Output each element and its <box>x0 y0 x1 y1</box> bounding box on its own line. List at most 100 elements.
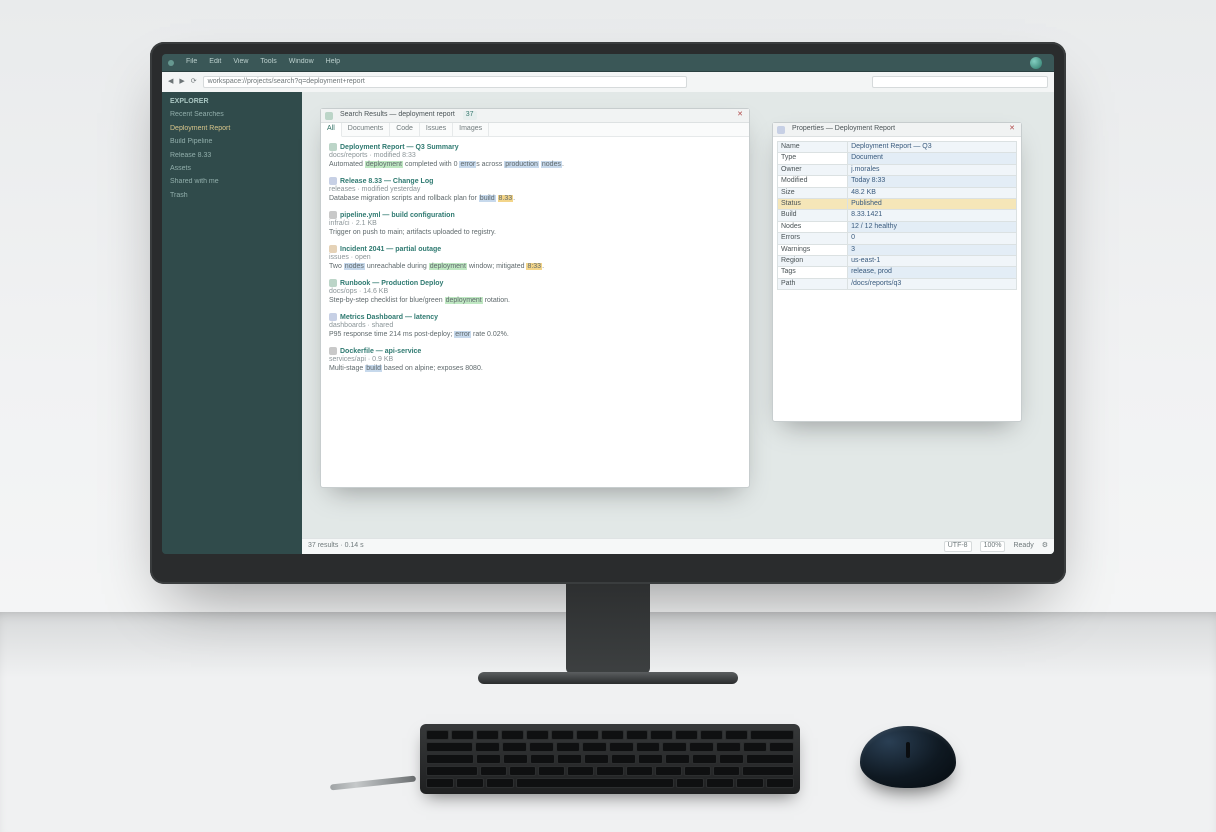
property-row: Size48.2 KB <box>778 187 1017 198</box>
window-icon <box>777 126 785 134</box>
status-mode: Ready <box>1013 542 1033 550</box>
property-value: 48.2 KB <box>848 187 1017 198</box>
monitor-stand-neck <box>566 584 650 674</box>
menu-window[interactable]: Window <box>289 58 314 66</box>
results-tabs: All Documents Code Issues Images <box>321 123 749 137</box>
property-key: Tags <box>778 267 848 278</box>
property-key: Size <box>778 187 848 198</box>
result-type-icon <box>329 143 337 151</box>
property-key: Modified <box>778 176 848 187</box>
property-value: Document <box>848 153 1017 164</box>
property-value: Today 8:33 <box>848 176 1017 187</box>
address-input[interactable]: workspace://projects/search?q=deployment… <box>203 76 687 88</box>
property-value: Published <box>848 198 1017 209</box>
property-value: 12 / 12 healthy <box>848 221 1017 232</box>
result-item[interactable]: Metrics Dashboard — latencydashboards · … <box>329 313 741 339</box>
properties-window[interactable]: Properties — Deployment Report ✕ NameDep… <box>772 122 1022 422</box>
status-bar: 37 results · 0.14 s UTF-8 100% Ready ⚙ <box>302 538 1054 554</box>
keyboard <box>420 724 800 794</box>
sidebar-item-recent[interactable]: Recent Searches <box>170 111 294 119</box>
tab-issues[interactable]: Issues <box>420 123 453 136</box>
menu-help[interactable]: Help <box>326 58 340 66</box>
property-row: TypeDocument <box>778 153 1017 164</box>
property-key: Owner <box>778 164 848 175</box>
property-value: 0 <box>848 233 1017 244</box>
gear-icon[interactable]: ⚙ <box>1042 542 1048 550</box>
menu-tools[interactable]: Tools <box>260 58 276 66</box>
result-item[interactable]: Release 8.33 — Change Logreleases · modi… <box>329 177 741 203</box>
result-type-icon <box>329 245 337 253</box>
sidebar-item-release[interactable]: Release 8.33 <box>170 152 294 160</box>
property-row: NameDeployment Report — Q3 <box>778 142 1017 153</box>
result-item[interactable]: Incident 2041 — partial outageissues · o… <box>329 245 741 271</box>
property-row: ModifiedToday 8:33 <box>778 176 1017 187</box>
property-value: j.morales <box>848 164 1017 175</box>
status-left: 37 results · 0.14 s <box>308 542 364 550</box>
sidebar-item-assets[interactable]: Assets <box>170 165 294 173</box>
property-value: 8.33.1421 <box>848 210 1017 221</box>
result-item[interactable]: Dockerfile — api-serviceservices/api · 0… <box>329 347 741 373</box>
result-type-icon <box>329 347 337 355</box>
properties-window-title: Properties — Deployment Report <box>792 125 895 133</box>
property-key: Build <box>778 210 848 221</box>
property-key: Path <box>778 278 848 289</box>
sidebar: EXPLORER Recent Searches Deployment Repo… <box>162 92 302 554</box>
tab-code[interactable]: Code <box>390 123 420 136</box>
result-type-icon <box>329 279 337 287</box>
property-value: release, prod <box>848 267 1017 278</box>
canvas: Search Results — deployment report 37 ✕ … <box>302 92 1054 554</box>
address-value: workspace://projects/search?q=deployment… <box>208 78 365 86</box>
sidebar-header: EXPLORER <box>170 98 294 106</box>
property-row: StatusPublished <box>778 198 1017 209</box>
results-window[interactable]: Search Results — deployment report 37 ✕ … <box>320 108 750 488</box>
result-type-icon <box>329 177 337 185</box>
property-value: 3 <box>848 244 1017 255</box>
monitor-bezel: File Edit View Tools Window Help ◀ ▶ ⟳ w… <box>150 42 1066 584</box>
address-bar: ◀ ▶ ⟳ workspace://projects/search?q=depl… <box>162 72 1054 92</box>
properties-body: NameDeployment Report — Q3TypeDocumentOw… <box>773 137 1021 421</box>
property-key: Warnings <box>778 244 848 255</box>
tab-all[interactable]: All <box>321 123 342 137</box>
property-row: Ownerj.morales <box>778 164 1017 175</box>
property-value: /docs/reports/q3 <box>848 278 1017 289</box>
property-row: Errors0 <box>778 233 1017 244</box>
sidebar-item-deployment[interactable]: Deployment Report <box>170 125 294 133</box>
forward-icon[interactable]: ▶ <box>179 78 184 86</box>
result-type-icon <box>329 211 337 219</box>
monitor-stand-base <box>478 672 738 684</box>
app-titlebar: File Edit View Tools Window Help <box>162 54 1054 72</box>
search-input[interactable] <box>872 76 1048 88</box>
menu-view[interactable]: View <box>233 58 248 66</box>
property-value: Deployment Report — Q3 <box>848 142 1017 153</box>
sidebar-item-shared[interactable]: Shared with me <box>170 178 294 186</box>
sidebar-item-pipeline[interactable]: Build Pipeline <box>170 138 294 146</box>
property-row: Warnings3 <box>778 244 1017 255</box>
mouse <box>860 726 956 788</box>
workspace: EXPLORER Recent Searches Deployment Repo… <box>162 92 1054 554</box>
close-icon[interactable]: ✕ <box>735 111 745 121</box>
status-zoom[interactable]: 100% <box>980 541 1006 551</box>
back-icon[interactable]: ◀ <box>168 78 173 86</box>
user-avatar[interactable] <box>1030 57 1042 69</box>
results-count-badge: 37 <box>463 111 477 119</box>
results-window-titlebar[interactable]: Search Results — deployment report 37 ✕ <box>321 109 749 123</box>
property-key: Nodes <box>778 221 848 232</box>
tab-documents[interactable]: Documents <box>342 123 390 136</box>
menu-file[interactable]: File <box>186 58 197 66</box>
sidebar-item-trash[interactable]: Trash <box>170 192 294 200</box>
property-row: Tagsrelease, prod <box>778 267 1017 278</box>
menu-edit[interactable]: Edit <box>209 58 221 66</box>
window-icon <box>325 112 333 120</box>
result-item[interactable]: pipeline.yml — build configurationinfra/… <box>329 211 741 237</box>
reload-icon[interactable]: ⟳ <box>191 78 197 86</box>
property-key: Name <box>778 142 848 153</box>
app-icon <box>168 60 174 66</box>
status-encoding[interactable]: UTF-8 <box>944 541 972 551</box>
close-icon[interactable]: ✕ <box>1007 125 1017 135</box>
properties-window-titlebar[interactable]: Properties — Deployment Report ✕ <box>773 123 1021 137</box>
result-item[interactable]: Runbook — Production Deploydocs/ops · 14… <box>329 279 741 305</box>
tab-images[interactable]: Images <box>453 123 489 136</box>
result-item[interactable]: Deployment Report — Q3 Summarydocs/repor… <box>329 143 741 169</box>
results-list[interactable]: Deployment Report — Q3 Summarydocs/repor… <box>321 137 749 487</box>
property-key: Status <box>778 198 848 209</box>
